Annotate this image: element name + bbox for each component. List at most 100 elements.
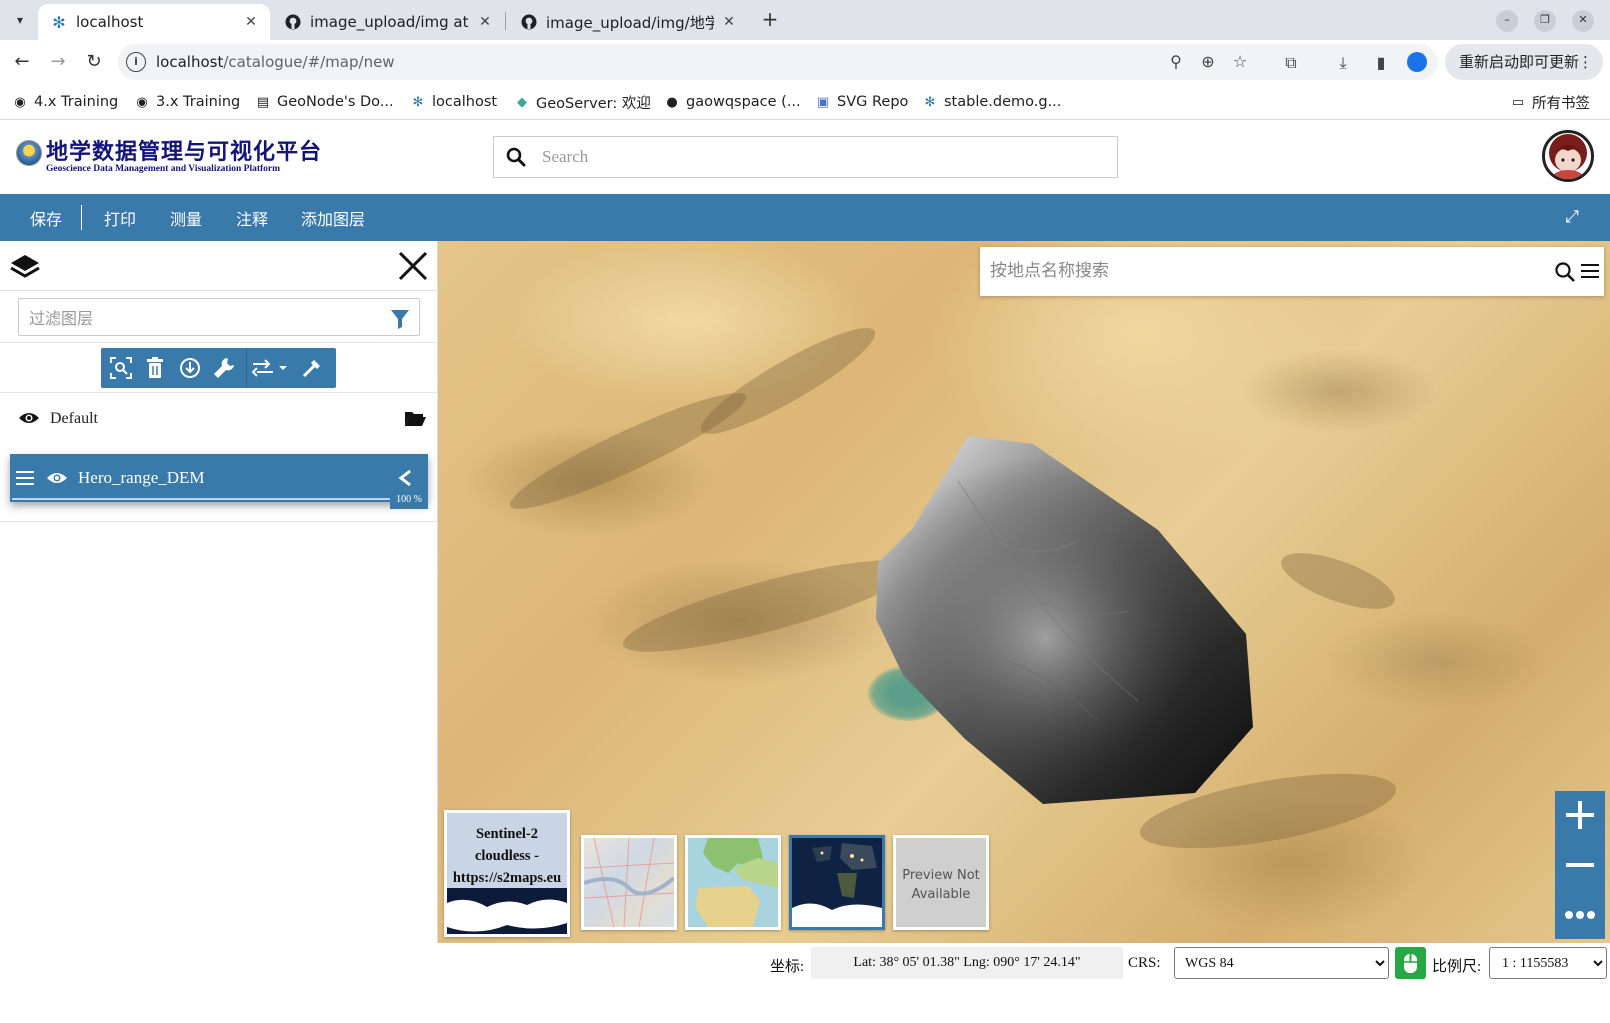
tab-search-chevron-icon[interactable]: ▾ [8, 8, 32, 32]
layer-filter-input[interactable] [29, 305, 369, 331]
eye-visibility-icon[interactable] [46, 471, 68, 485]
bookmark-item[interactable]: ◉ 4.x Training [12, 91, 118, 113]
basemap-thumb-terrain[interactable] [685, 835, 781, 930]
platform-logo-icon[interactable] [16, 140, 42, 166]
more-options-icon[interactable] [1555, 891, 1605, 939]
extensions-icon[interactable]: ⧉ [1280, 52, 1302, 74]
add-layer-button[interactable]: 添加图层 [301, 206, 365, 230]
all-bookmarks-folder[interactable]: ▭ 所有书签 [1510, 91, 1590, 113]
bookmark-item[interactable]: ● gaowqspace (... [664, 91, 801, 113]
globe-icon: ◉ [136, 94, 148, 110]
place-search-input[interactable] [990, 258, 1490, 284]
update-restart-button[interactable]: 重新启动即可更新 ⋮ [1445, 44, 1603, 80]
url-text[interactable]: localhost/catalogue/#/map/new [156, 53, 395, 71]
crs-select[interactable]: WGS 84 [1174, 947, 1389, 979]
map-viewport[interactable]: Sentinel-2 cloudless - https://s2maps.eu… [438, 241, 1610, 943]
basemap-preview-image [447, 899, 567, 932]
opacity-value: 100 % [390, 491, 428, 509]
bookmark-star-icon[interactable]: ☆ [1230, 52, 1250, 72]
close-tab-icon[interactable]: ✕ [242, 14, 260, 30]
filter-funnel-icon[interactable] [391, 309, 409, 329]
url-host: localhost [156, 53, 224, 71]
github-icon: ● [666, 94, 678, 110]
wrench-settings-icon[interactable] [212, 356, 236, 380]
layer-group-default[interactable]: Default [0, 393, 438, 443]
divider [0, 342, 438, 343]
bookmark-item[interactable]: ▣ SVG Repo [815, 91, 909, 113]
browser-tab-github-2[interactable]: image_upload/img/地学 ✕ [508, 4, 748, 40]
side-panel-icon[interactable]: ▮ [1370, 52, 1392, 74]
measure-button[interactable]: 测量 [170, 206, 202, 230]
bookmark-label: gaowqspace (... [686, 94, 801, 110]
menu-hamburger-icon[interactable] [1580, 263, 1600, 279]
mouse-position-toggle[interactable] [1395, 947, 1426, 979]
tab-title: image_upload/img/地学 [546, 13, 714, 32]
drag-handle-icon[interactable] [16, 470, 34, 486]
close-tab-icon[interactable]: ✕ [476, 14, 494, 30]
basemap-preview-image [696, 838, 778, 927]
folder-open-icon[interactable] [404, 409, 426, 427]
geonode-icon: ✻ [412, 94, 424, 110]
close-tab-icon[interactable]: ✕ [720, 14, 738, 30]
swap-layers-dropdown-icon[interactable] [251, 356, 291, 380]
global-search-input[interactable] [542, 143, 1102, 171]
zoom-control [1555, 791, 1605, 939]
bookmark-item[interactable]: ✻ stable.demo.g... [922, 91, 1062, 113]
download-layer-icon[interactable] [178, 356, 202, 380]
layer-item-hero-range-dem[interactable]: Hero_range_DEM 100 % [10, 454, 428, 509]
forward-arrow-icon[interactable]: → [46, 50, 70, 74]
browser-tab-github-1[interactable]: image_upload/img at m ✕ [272, 4, 504, 40]
layers-panel: Default Hero_range_DEM 100 % [0, 241, 438, 943]
scale-label: 比例尺: [1432, 959, 1482, 975]
download-icon[interactable]: ⤓ [1332, 52, 1354, 74]
search-icon[interactable] [1554, 261, 1576, 283]
mouse-icon [1404, 954, 1417, 973]
search-icon[interactable] [506, 147, 526, 167]
delete-layer-icon[interactable] [143, 356, 167, 380]
fullscreen-expand-icon[interactable]: ⤢ [1562, 207, 1582, 227]
basemap-preview-image [584, 838, 674, 927]
bookmark-item[interactable]: ◉ 3.x Training [134, 91, 240, 113]
avatar-image [1549, 134, 1587, 179]
style-picker-icon[interactable] [300, 356, 324, 380]
zoom-to-layer-icon[interactable] [109, 356, 133, 380]
basemap-thumb-sentinel[interactable]: Sentinel-2 cloudless - https://s2maps.eu [444, 810, 570, 937]
platform-subtitle: Geoscience Data Management and Visualiza… [46, 164, 281, 174]
chevron-left-icon[interactable] [396, 468, 414, 488]
zoom-in-icon[interactable] [1555, 791, 1605, 839]
bookmark-label: GeoServer: 欢迎 [536, 95, 651, 112]
close-window-icon[interactable]: ✕ [1572, 10, 1594, 32]
back-arrow-icon[interactable]: ← [10, 50, 34, 74]
basemap-thumb-night[interactable] [789, 835, 885, 930]
url-path: /catalogue/#/map/new [223, 53, 395, 71]
zoom-out-icon[interactable] [1555, 841, 1605, 889]
url-bar[interactable]: i localhost/catalogue/#/map/new ⚲ ⊕ ☆ [118, 44, 1438, 80]
address-toolbar: ← → ↻ i localhost/catalogue/#/map/new ⚲ … [0, 40, 1610, 84]
close-panel-icon[interactable] [396, 249, 430, 283]
save-button[interactable]: 保存 [30, 206, 62, 230]
browser-tab-localhost[interactable]: ✻ localhost ✕ [38, 4, 270, 40]
basemap-thumb-unavailable[interactable]: Preview Not Available [893, 835, 989, 930]
scale-select[interactable]: 1 : 1155583 [1489, 947, 1607, 979]
minimize-window-icon[interactable]: – [1496, 10, 1518, 32]
toolbar-divider [81, 205, 82, 230]
bookmark-item[interactable]: ◆ GeoServer: 欢迎 [514, 91, 651, 113]
opacity-slider[interactable] [12, 498, 392, 500]
reload-icon[interactable]: ↻ [82, 50, 106, 74]
profile-icon[interactable] [1407, 52, 1427, 72]
user-avatar[interactable] [1542, 130, 1594, 182]
eye-visibility-icon[interactable] [18, 411, 40, 425]
basemap-thumb-street[interactable] [581, 835, 677, 930]
restore-window-icon[interactable]: ❐ [1534, 10, 1556, 32]
platform-title[interactable]: 地学数据管理与可视化平台 [46, 134, 322, 166]
layer-name: Hero_range_DEM [78, 468, 205, 487]
location-pin-icon[interactable]: ⚲ [1166, 52, 1186, 72]
new-tab-button[interactable]: + [758, 8, 782, 32]
zoom-icon[interactable]: ⊕ [1198, 52, 1218, 72]
annotation-button[interactable]: 注释 [236, 206, 268, 230]
more-menu-icon[interactable]: ⋮ [1578, 44, 1593, 80]
site-info-icon[interactable]: i [126, 52, 146, 72]
print-button[interactable]: 打印 [104, 206, 136, 230]
bookmark-item[interactable]: ✻ localhost [410, 91, 498, 113]
bookmark-item[interactable]: ▤ GeoNode's Do... [255, 91, 394, 113]
